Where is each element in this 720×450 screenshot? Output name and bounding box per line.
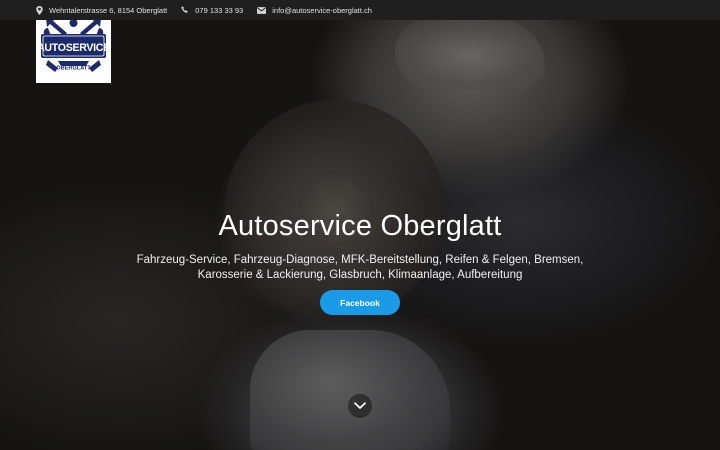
logo-text-oberglatt: OBERGLATT <box>56 66 91 72</box>
phone-icon <box>181 6 189 14</box>
map-pin-icon <box>36 5 43 15</box>
address-text: Wehntalerstrasse 6, 8154 Oberglatt <box>49 5 168 15</box>
top-info-bar: Wehntalerstrasse 6, 8154 Oberglatt 079 1… <box>0 0 720 20</box>
page-title: Autoservice Oberglatt <box>218 210 502 242</box>
address-item: Wehntalerstrasse 6, 8154 Oberglatt <box>36 5 168 15</box>
envelope-icon <box>257 6 267 14</box>
facebook-button[interactable]: Facebook <box>320 290 400 315</box>
email-item[interactable]: info@autoservice-oberglatt.ch <box>257 6 372 15</box>
phone-item[interactable]: 079 133 33 93 <box>181 6 243 15</box>
hero-subtitle: Fahrzeug-Service, Fahrzeug-Diagnose, MFK… <box>136 254 584 281</box>
scroll-down-button[interactable] <box>348 394 372 418</box>
autoservice-logo-mark: AUTOSERVICE OBERGLATT <box>38 14 109 72</box>
email-link[interactable]: info@autoservice-oberglatt.ch <box>272 6 372 15</box>
logo-text-autoservice: AUTOSERVICE <box>38 42 109 54</box>
chevron-down-icon <box>354 397 366 415</box>
phone-link[interactable]: 079 133 33 93 <box>195 6 243 15</box>
